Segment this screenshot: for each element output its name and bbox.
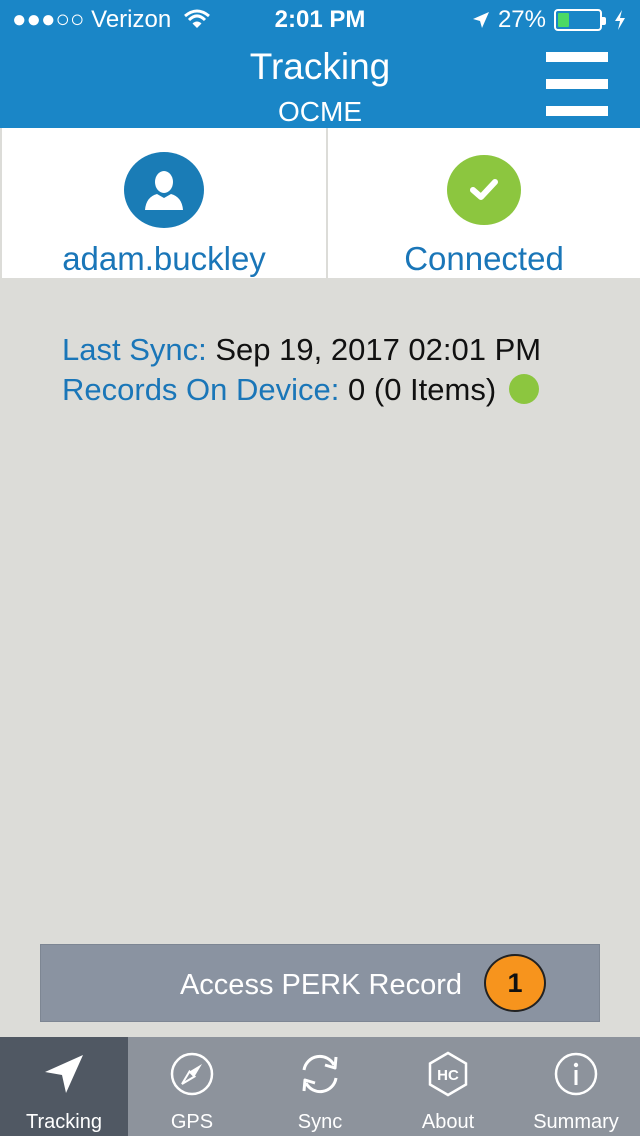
tab-about-label: About <box>421 1111 475 1133</box>
battery-icon <box>554 9 606 31</box>
menu-icon[interactable] <box>546 52 608 116</box>
charging-bolt-icon <box>615 10 625 30</box>
tab-gps-label: GPS <box>170 1111 214 1133</box>
battery-fill <box>558 13 569 27</box>
username-label: adam.buckley <box>62 240 266 277</box>
person-icon <box>145 171 183 210</box>
last-sync-value: Sep 19, 2017 02:01 PM <box>215 332 542 367</box>
status-bar: ●●●○○ Verizon 2:01 PM 27% <box>0 0 640 40</box>
records-value: 0 (0 Items) <box>348 372 497 407</box>
battery-percent: 27% <box>497 6 546 33</box>
sync-info: Last Sync: Sep 19, 2017 02:01 PM Records… <box>62 330 541 410</box>
access-perk-record-button[interactable]: Access PERK Record 1 <box>40 944 600 1022</box>
user-avatar-icon <box>124 152 204 228</box>
tab-summary-label: Summary <box>533 1111 619 1133</box>
records-label: Records On Device: <box>62 372 340 407</box>
status-tiles: adam.buckley Connected <box>0 128 640 278</box>
compass-icon <box>170 1052 214 1096</box>
location-arrow-icon <box>472 12 489 28</box>
tab-tracking-label: Tracking <box>26 1111 102 1133</box>
perk-count-badge: 1 <box>484 954 546 1012</box>
sync-icon <box>302 1054 338 1094</box>
checkmark-icon <box>447 155 521 225</box>
tab-summary[interactable]: Summary <box>512 1037 640 1136</box>
status-right: 27% <box>472 6 626 34</box>
sync-status-dot-icon <box>508 374 539 404</box>
page-subtitle: OCME <box>278 96 362 127</box>
menu-line <box>546 79 608 89</box>
tab-about[interactable]: HC About <box>384 1037 512 1136</box>
tab-gps[interactable]: GPS <box>128 1037 256 1136</box>
page-title: Tracking <box>249 46 391 87</box>
navigation-arrow-icon <box>45 1055 83 1093</box>
records-row: Records On Device: 0 (0 Items) <box>62 370 541 410</box>
menu-line <box>546 106 608 116</box>
menu-line <box>546 52 608 62</box>
tab-bar: Tracking GPS Sync HC About Summary <box>0 1037 640 1136</box>
tab-tracking[interactable]: Tracking <box>0 1037 128 1136</box>
connection-tile[interactable]: Connected <box>328 128 640 278</box>
last-sync-label: Last Sync: <box>62 332 207 367</box>
hc-logo-icon: HC <box>428 1051 468 1097</box>
user-tile[interactable]: adam.buckley <box>2 128 326 278</box>
tab-sync-label: Sync <box>297 1111 343 1133</box>
last-sync-row: Last Sync: Sep 19, 2017 02:01 PM <box>62 330 541 370</box>
connection-status-label: Connected <box>404 240 564 277</box>
app-header: Tracking OCME <box>0 40 640 128</box>
tab-sync[interactable]: Sync <box>256 1037 384 1136</box>
svg-text:HC: HC <box>437 1067 459 1084</box>
info-icon <box>554 1052 598 1096</box>
